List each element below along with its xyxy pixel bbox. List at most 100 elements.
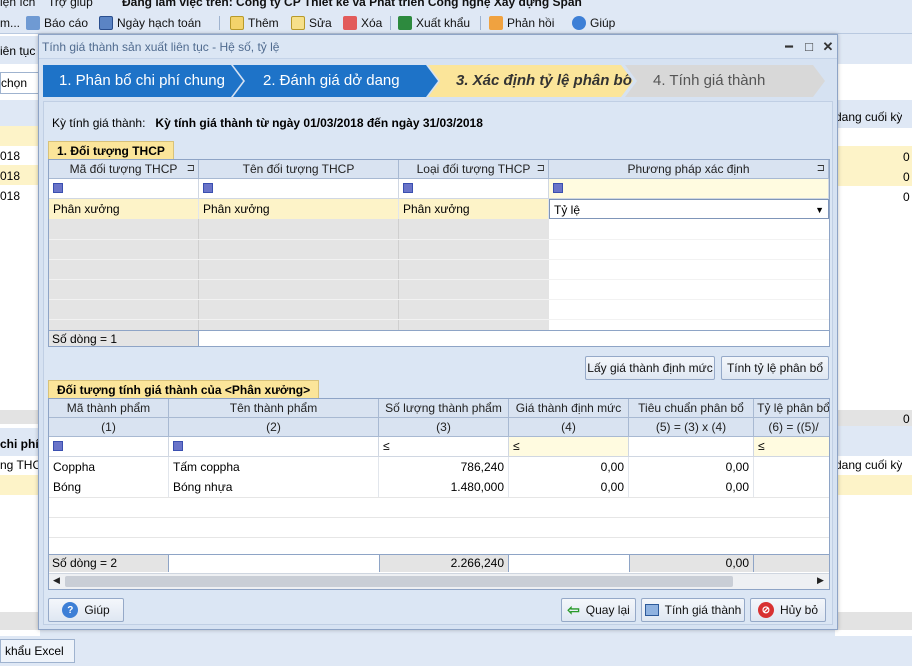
maximize-button[interactable]: □ [801,39,817,55]
subheader-4: (4) [509,418,629,437]
col-header-product-code[interactable]: Mã thành phẩm [49,399,169,418]
table-row-product-name[interactable]: Tấm coppha [169,457,379,477]
table-row-standard-cost[interactable]: 0,00 [509,477,629,497]
chevron-down-icon[interactable]: ▼ [815,200,824,218]
col-header-allocation-ratio[interactable]: Tỷ lệ phân bổ [754,399,829,418]
filter-cell[interactable] [549,179,829,199]
calc-ratio-button[interactable]: Tính tỷ lệ phân bổ [721,356,829,380]
pin-icon[interactable]: ⊐ [817,160,825,178]
toolbar-help[interactable]: Giúp [572,15,615,31]
section-cost-object-tab[interactable]: Đối tượng tính giá thành của <Phân xưởng… [48,380,320,398]
filter-cell[interactable]: ≤ [754,437,829,457]
scroll-right-icon[interactable]: ▶ [817,575,824,586]
menu-utilities[interactable]: iện ích [0,0,35,9]
table-row-product-name[interactable]: Bóng nhựa [169,477,379,497]
col-header-allocation-criteria[interactable]: Tiêu chuẩn phân bổ [629,399,754,418]
calendar-icon [99,16,113,30]
export-excel-button[interactable]: khẩu Excel [0,639,75,663]
toolbar-add[interactable]: Thêm [230,15,279,31]
filter-cell[interactable] [169,437,379,457]
menu-help[interactable]: Trợ giúp [48,0,93,9]
scrollbar-thumb[interactable] [65,576,733,587]
background-right-panel: dang cuối kỳ 0 0 0 0 dang cuối kỳ [835,34,912,666]
col-header-product-name[interactable]: Tên thành phẩm [169,399,379,418]
section-thcp-tab[interactable]: 1. Đối tượng THCP [48,141,174,159]
pin-icon[interactable]: ⊐ [537,160,545,178]
toolbar-edit[interactable]: Sửa [291,15,332,31]
step-determine-ratio[interactable]: 3. Xác định tỷ lệ phân bổ [428,65,633,97]
toolbar-accounting-date[interactable]: Ngày hạch toán [99,15,201,31]
background-left-panel: iên tục - chọn 018 018 018 chi phí ng TH… [0,34,49,666]
minimize-button[interactable]: ━ [781,39,797,55]
subheader-5: (5) = (3) x (4) [629,418,754,437]
period-info: Kỳ tính giá thành: Kỳ tính giá thành từ n… [52,116,483,130]
app-menubar: iện ích Trợ giúp Đang làm việc trên: Côn… [0,0,912,12]
calc-cost-button[interactable]: Tính giá thành [641,598,745,622]
toolbar-item-more[interactable]: m... [0,15,20,31]
filter-cell[interactable]: ≤ [509,437,629,457]
arrow-left-icon: ⇦ [567,602,580,619]
grid-empty-area [49,219,549,330]
table-row-quantity[interactable]: 1.480,000 [379,477,509,497]
back-button[interactable]: ⇦ Quay lại [561,598,636,622]
toolbar-delete[interactable]: Xóa [343,15,382,31]
table-row-ratio[interactable] [754,477,829,497]
table-row-type[interactable]: Phân xưởng [399,199,549,219]
filter-icon [53,182,63,193]
col-header-standard-cost[interactable]: Giá thành định mức [509,399,629,418]
close-button[interactable]: ✕ [820,39,836,55]
table-row-name[interactable]: Phân xưởng [199,199,399,219]
col-header-thcp-code[interactable]: Mã đối tượng THCP ⊐ [49,160,199,179]
scroll-left-icon[interactable]: ◀ [53,575,60,586]
filter-icon [203,182,213,193]
get-standard-cost-button[interactable]: Lấy giá thành định mức [585,356,715,380]
table-row-ratio[interactable] [754,457,829,477]
subheader-3: (3) [379,418,509,437]
table-row-standard-cost[interactable]: 0,00 [509,457,629,477]
cost-object-grid: Mã thành phẩm Tên thành phẩm Số lượng th… [48,398,830,590]
add-icon [230,16,244,30]
total-criteria: 0,00 [629,555,754,572]
filter-cell[interactable] [629,437,754,457]
col-header-thcp-type[interactable]: Loại đối tượng THCP ⊐ [399,160,549,179]
step-evaluate-wip[interactable]: 2. Đánh giá dở dang [233,65,438,97]
col-header-thcp-name[interactable]: Tên đối tượng THCP [199,160,399,179]
subheader-6: (6) = ((5)/ [754,418,829,437]
help-icon [572,16,586,30]
period-value: Kỳ tính giá thành từ ngày 01/03/2018 đến… [155,116,483,130]
pin-icon[interactable]: ⊐ [187,160,195,178]
allocation-dialog: Tính giá thành sản xuất liên tục - Hệ số… [38,34,838,630]
filter-cell[interactable] [199,179,399,199]
filter-cell[interactable] [399,179,549,199]
step-calculate-cost[interactable]: 4. Tính giá thành [625,65,825,97]
filter-cell[interactable]: ≤ [379,437,509,457]
toolbar-feedback[interactable]: Phản hồi [489,15,554,31]
excel-icon [398,16,412,30]
grid-footer: Số dòng = 2 2.266,240 0,00 [49,554,829,572]
filter-cell[interactable] [49,437,169,457]
calculator-icon [644,604,659,616]
total-quantity: 2.266,240 [379,555,509,572]
method-select[interactable]: Tỷ lệ ▼ [549,199,829,219]
table-row-product-code[interactable]: Bóng [49,477,169,497]
table-row-product-code[interactable]: Coppha [49,457,169,477]
table-row-code[interactable]: Phân xưởng [49,199,199,219]
help-button[interactable]: ? Giúp [48,598,124,622]
background-select[interactable]: chọn [0,72,40,94]
table-row-quantity[interactable]: 786,240 [379,457,509,477]
cancel-button[interactable]: ⊘ Hủy bỏ [750,598,826,622]
app-status-bar [0,636,912,666]
cancel-icon: ⊘ [757,602,774,618]
row-count: Số dòng = 1 [49,331,199,346]
step-allocate-common-cost[interactable]: 1. Phân bổ chi phí chung [43,65,243,97]
table-row-criteria[interactable]: 0,00 [629,457,754,477]
horizontal-scrollbar[interactable]: ◀ ▶ [49,573,829,589]
filter-icon [553,182,563,193]
table-row-criteria[interactable]: 0,00 [629,477,754,497]
filter-cell[interactable] [49,179,199,199]
toolbar-export[interactable]: Xuất khẩu [398,15,470,31]
toolbar-report[interactable]: Báo cáo [26,15,88,31]
col-header-quantity[interactable]: Số lượng thành phẩm [379,399,509,418]
col-header-method[interactable]: Phương pháp xác định ⊐ [549,160,829,179]
mail-icon [489,16,503,30]
